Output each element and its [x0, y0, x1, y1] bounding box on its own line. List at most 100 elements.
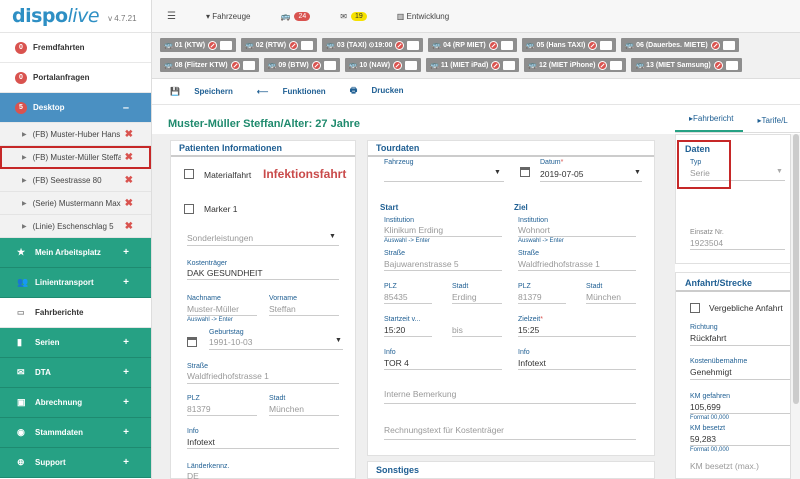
sonstiges-title[interactable]: Sonstiges: [368, 462, 654, 478]
sidebar-item-dta[interactable]: ✉ DTA +: [0, 358, 151, 388]
block-icon[interactable]: [230, 60, 240, 70]
sidebar-item-support[interactable]: ⊕ Support +: [0, 448, 151, 478]
strasse-field[interactable]: Waldfriedhofstrasse 1: [187, 371, 269, 381]
list-icon[interactable]: [323, 60, 336, 70]
block-icon[interactable]: [208, 40, 218, 50]
desktop-item-active[interactable]: ▶ (FB) Muster-Müller Steffan ✖: [0, 146, 151, 169]
stadt-field[interactable]: München: [269, 404, 304, 414]
tab-tarife[interactable]: ▸Tarife/L: [743, 116, 797, 132]
list-icon[interactable]: [500, 40, 513, 50]
start-institution-field[interactable]: Klinikum Erding: [384, 225, 443, 235]
desktop-item[interactable]: ▶ (FB) Seestrasse 80 ✖: [0, 169, 151, 192]
vehicle-chip[interactable]: 🚌 12 (MIET iPhone): [524, 58, 627, 72]
vergebliche-checkbox[interactable]: [690, 303, 700, 313]
list-icon[interactable]: [242, 60, 255, 70]
richtung-select[interactable]: Rückfahrt: [690, 333, 726, 343]
km-gefahren-field[interactable]: 105,699: [690, 402, 721, 412]
sidebar-item-fahrberichte[interactable]: ▭ Fahrberichte: [0, 298, 151, 328]
info-field[interactable]: Infotext: [187, 437, 215, 447]
scrollbar-thumb[interactable]: [793, 134, 799, 404]
vehicle-chip[interactable]: 🚌 04 (RP MIET): [428, 38, 517, 52]
sidebar-item-fremdfahrten[interactable]: 0 Fremdfahrten: [0, 33, 151, 63]
block-icon[interactable]: [710, 40, 720, 50]
bis-field[interactable]: bis: [452, 325, 463, 335]
kostentraeger-field[interactable]: DAK GESUNDHEIT: [187, 268, 263, 278]
vehicle-chip[interactable]: 🚌 11 (MIET iPad): [426, 58, 520, 72]
km-besetzt-field[interactable]: 59,283: [690, 434, 716, 444]
sidebar-item-desktop[interactable]: 5 Desktop –: [0, 93, 151, 123]
calendar-icon[interactable]: [187, 337, 197, 347]
fahrzeug-select[interactable]: [384, 181, 504, 182]
fahrzeuge-menu[interactable]: ▾ Fahrzeuge: [206, 12, 251, 21]
vehicle-chip[interactable]: 🚌 03 (TAXI) ⊙19:00: [322, 38, 424, 52]
block-icon[interactable]: [311, 60, 321, 70]
sidebar-item-mein-arbeitsplatz[interactable]: ★ Mein Arbeitsplatz +: [0, 238, 151, 268]
mail-notifications[interactable]: ✉ 19: [340, 11, 367, 21]
block-icon[interactable]: [488, 40, 498, 50]
print-button[interactable]: 🖶 Drucken: [350, 85, 416, 99]
scrollbar[interactable]: [790, 134, 800, 479]
sidebar-item-abrechnung[interactable]: ▣ Abrechnung +: [0, 388, 151, 418]
desktop-item[interactable]: ▶ (Serie) Mustermann Max ✖: [0, 192, 151, 215]
close-icon[interactable]: ✖: [125, 198, 133, 209]
km-besetzt-max-field[interactable]: KM besetzt (max.): [690, 461, 759, 471]
list-icon[interactable]: [722, 40, 735, 50]
sidebar-item-portalanfragen[interactable]: 0 Portalanfragen: [0, 63, 151, 93]
block-icon[interactable]: [713, 60, 723, 70]
start-info-field[interactable]: TOR 4: [384, 358, 409, 368]
block-icon[interactable]: [395, 40, 405, 50]
hamburger-icon[interactable]: ☰: [167, 11, 176, 22]
nachname-field[interactable]: Muster-Müller: [187, 304, 239, 314]
list-icon[interactable]: [220, 40, 233, 50]
zielzeit-field[interactable]: 15:25: [518, 325, 539, 335]
block-icon[interactable]: [598, 60, 608, 70]
materialfahrt-checkbox[interactable]: [184, 169, 194, 179]
close-icon[interactable]: ✖: [125, 129, 133, 140]
sonderleistungen-select[interactable]: Sonderleistungen: [187, 233, 253, 243]
block-icon[interactable]: [289, 40, 299, 50]
startzeit-field[interactable]: 15:20: [384, 325, 405, 335]
vehicle-chip[interactable]: 🚌 05 (Hans TAXI): [521, 38, 617, 52]
datum-field[interactable]: 2019-07-05: [540, 169, 583, 179]
laenderkennz-field[interactable]: DE: [187, 471, 199, 479]
sidebar-item-serien[interactable]: ▮ Serien +: [0, 328, 151, 358]
list-icon[interactable]: [725, 60, 738, 70]
vehicle-chip[interactable]: 🚌 08 (Flitzer KTW): [160, 58, 259, 72]
desktop-item[interactable]: ▶ (Linie) Eschenschlag 5 ✖: [0, 215, 151, 238]
rechnungstext-field[interactable]: Rechnungstext für Kostenträger: [384, 425, 504, 435]
marker1-checkbox[interactable]: [184, 204, 194, 214]
list-icon[interactable]: [301, 40, 314, 50]
block-icon[interactable]: [491, 60, 501, 70]
close-icon[interactable]: ✖: [125, 152, 133, 163]
ziel-institution-field[interactable]: Wohnort: [518, 225, 550, 235]
plz-field[interactable]: 81379: [187, 404, 211, 414]
logo[interactable]: dispolive: [12, 5, 100, 27]
bus-notifications[interactable]: 🚌 24: [280, 11, 311, 21]
vehicle-chip[interactable]: 🚌 13 (MIET Samsung): [631, 58, 742, 72]
sidebar-item-linientransport[interactable]: 👥 Linientransport +: [0, 268, 151, 298]
entwicklung-menu[interactable]: ▥ Entwicklung: [397, 12, 449, 21]
start-plz-field[interactable]: 85435: [384, 292, 408, 302]
vehicle-chip[interactable]: 🚌 01 (KTW): [160, 38, 237, 52]
kosten-select[interactable]: Genehmigt: [690, 367, 732, 377]
geburtstag-field[interactable]: 1991-10-03: [209, 337, 252, 347]
vehicle-chip[interactable]: 🚌 09 (BTW): [263, 58, 340, 72]
ziel-strasse-field[interactable]: Waldfriedhofstrasse 1: [518, 259, 600, 269]
desktop-item[interactable]: ▶ (FB) Muster-Huber Hans ✖: [0, 123, 151, 146]
interne-bemerkung-field[interactable]: Interne Bemerkung: [384, 389, 456, 399]
list-icon[interactable]: [407, 40, 420, 50]
ziel-plz-field[interactable]: 81379: [518, 292, 542, 302]
vehicle-chip[interactable]: 🚌 10 (NAW): [344, 58, 422, 72]
block-icon[interactable]: [393, 60, 403, 70]
close-icon[interactable]: ✖: [125, 221, 133, 232]
list-icon[interactable]: [405, 60, 418, 70]
start-stadt-field[interactable]: Erding: [452, 292, 477, 302]
start-strasse-field[interactable]: Bajuwarenstrasse 5: [384, 259, 459, 269]
vehicle-chip[interactable]: 🚌 02 (RTW): [241, 38, 318, 52]
ziel-stadt-field[interactable]: München: [586, 292, 621, 302]
sidebar-item-stammdaten[interactable]: ◉ Stammdaten +: [0, 418, 151, 448]
vehicle-chip[interactable]: 🚌 06 (Dauerbes. MIETE): [621, 38, 739, 52]
list-icon[interactable]: [610, 60, 623, 70]
vorname-field[interactable]: Steffan: [269, 304, 296, 314]
collapse-icon[interactable]: –: [123, 102, 129, 114]
